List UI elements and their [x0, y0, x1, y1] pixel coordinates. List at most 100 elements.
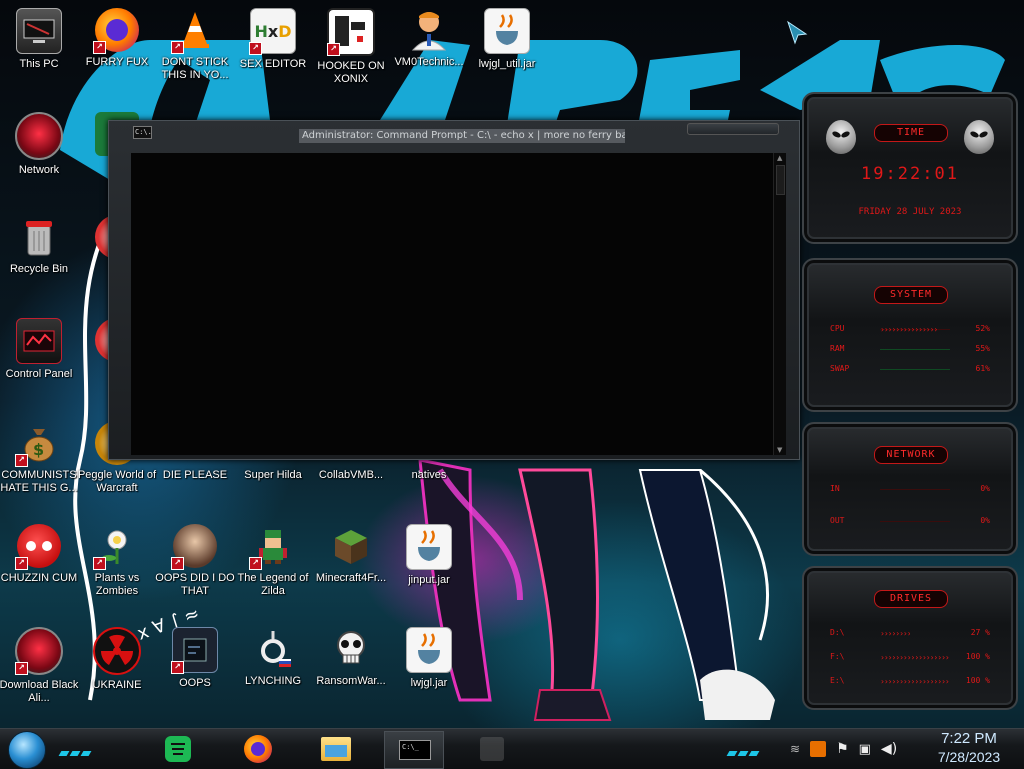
network-out-graph [880, 521, 950, 522]
network-status-icon[interactable]: ▣ [859, 742, 871, 757]
desktop-icon-network[interactable]: Network [0, 106, 78, 192]
desktop-icon-label: OOPS [179, 677, 211, 689]
ram-row: RAM 55% [830, 344, 990, 356]
shortcut-arrow-icon: ↗ [171, 41, 184, 54]
scrollbar-thumb[interactable] [776, 165, 785, 195]
portrait-icon: ↗ [171, 524, 217, 570]
desktop-icon-vm0technic[interactable]: VM0Technic... [390, 2, 468, 88]
taskbar-file-explorer-button[interactable] [318, 732, 354, 766]
desktop-icon-this-pc[interactable]: This PC [0, 2, 78, 88]
desktop-icon-legend-of-zilda[interactable]: ↗ The Legend of Zilda [234, 518, 312, 604]
window-title: Administrator: Command Prompt - C:\ - ec… [299, 129, 625, 143]
desktop-icon-label: Download Black Ali... [0, 679, 79, 704]
taskbar-time: 7:22 PM [941, 730, 997, 747]
recycle-bin-icon [17, 215, 61, 259]
drive-d-label: D:\ [830, 628, 845, 637]
drive-f-value: 100 % [965, 652, 990, 661]
desktop-icon-chuzzin-cum[interactable]: ↗ CHUZZIN CUM [0, 518, 78, 604]
window-controls[interactable] [687, 123, 779, 135]
java-jar-icon [406, 627, 452, 673]
taskbar-blank-app-button[interactable] [474, 732, 510, 766]
desktop-icon-communists[interactable]: $ ↗ COMMUNISTS HATE THIS G... [0, 415, 78, 501]
desktop-icon-ukraine[interactable]: UKRAINE [78, 621, 156, 707]
desktop-icon-label: Minecraft4Fr... [315, 572, 387, 584]
alienware-gadget[interactable]: TIME 19:22:01 FRIDAY 28 JULY 2023 SYSTEM… [796, 92, 1020, 722]
desktop-icon-plants-vs-zombies[interactable]: ↗ Plants vs Zombies [78, 518, 156, 604]
network-in-graph [880, 489, 950, 490]
desktop-icon-label: OOPS DID I DO THAT [155, 572, 235, 597]
pvz-plant-icon: ↗ [93, 524, 139, 570]
pixel-hero-icon: ↗ [249, 524, 295, 570]
money-bag-icon: $ ↗ [15, 421, 61, 467]
hxd-editor-icon: HxD ↗ [249, 8, 296, 55]
desktop-icon-label: CollabVMB... [318, 469, 384, 481]
terminal-book-icon: ↗ [171, 627, 218, 674]
desktop-icon-lwjgl-jar[interactable]: lwjgl.jar [390, 621, 468, 707]
desktop-icon-lwjgl-util-jar[interactable]: lwjgl_util.jar [468, 2, 546, 88]
meter-track [880, 349, 950, 350]
svg-text:$: $ [33, 440, 44, 459]
console-output-area[interactable] [131, 153, 777, 455]
drive-e-value: 100 % [965, 676, 990, 685]
desktop-icon-label: UKRAINE [92, 679, 142, 691]
java-update-icon[interactable] [810, 741, 827, 757]
taskbar-spotify-button[interactable] [160, 732, 196, 766]
show-hidden-icons-icon[interactable]: ≋ [790, 742, 800, 756]
scroll-down-arrow-icon[interactable]: ▼ [777, 446, 782, 454]
action-center-flag-icon[interactable]: ⚑ [836, 741, 849, 757]
chuzzle-icon: ↗ [15, 524, 61, 570]
shortcut-arrow-icon: ↗ [249, 557, 262, 570]
skull-icon [329, 627, 373, 671]
desktop-icon-hooked-on-xonix[interactable]: ↗ HOOKED ON XONIX [312, 2, 390, 88]
shortcut-arrow-icon: ↗ [15, 454, 28, 467]
window-titlebar[interactable]: C:\. Administrator: Command Prompt - C:\… [109, 121, 799, 143]
mouse-cursor [787, 20, 808, 45]
desktop-icon-lynching[interactable]: LYNCHING [234, 621, 312, 707]
network-out-row: OUT 0% [830, 516, 990, 528]
drive-d-value: 27 % [970, 628, 990, 637]
desktop-icon-label: VM0Technic... [394, 56, 464, 68]
desktop-icon-recycle-bin[interactable]: Recycle Bin [0, 209, 78, 295]
desktop-icon-minecraft4fr[interactable]: Minecraft4Fr... [312, 518, 390, 604]
system-tray: ≋ ⚑ ▣ ◀) [790, 735, 897, 763]
desktop-icon-sex-editor[interactable]: HxD ↗ SEX EDITOR [234, 2, 312, 88]
desktop-icon-furry-fux[interactable]: ↗ FURRY FUX [78, 2, 156, 88]
desktop-icon-label: LYNCHING [244, 675, 302, 687]
desktop-icon-dont-stick[interactable]: ↗ DONT STICK THIS IN YO... [156, 2, 234, 88]
network-out-label: OUT [830, 516, 845, 525]
drive-d-meter: ›››››››››››››››››› [880, 629, 910, 638]
desktop-icon-label: RansomWar... [316, 675, 386, 687]
start-button[interactable] [8, 731, 46, 769]
command-prompt-window[interactable]: C:\. Administrator: Command Prompt - C:\… [108, 120, 800, 460]
taskbar-cmd-button[interactable]: C:\_ [384, 731, 444, 769]
system-title: SYSTEM [874, 286, 948, 304]
desktop-icon-label: This PC [19, 58, 59, 70]
desktop-icon-label: Recycle Bin [9, 263, 69, 275]
alien-head-icon [826, 120, 856, 154]
radiation-icon [93, 627, 141, 675]
desktop-icon-jinput-jar[interactable]: jinput.jar [390, 518, 468, 604]
desktop-icon-oops[interactable]: ↗ OOPS [156, 621, 234, 707]
swap-value: 61% [975, 364, 990, 373]
drives-title: DRIVES [874, 590, 948, 608]
drive-f-label: F:\ [830, 652, 845, 661]
desktop-icon-label: FURRY FUX [85, 56, 149, 68]
vertical-scrollbar[interactable]: ▲ ▼ [773, 153, 786, 455]
desktop-icon-oops-did-i-do-that[interactable]: ↗ OOPS DID I DO THAT [155, 518, 235, 604]
desktop-icon-ransomwar[interactable]: RansomWar... [312, 621, 390, 707]
volume-icon[interactable]: ◀) [881, 741, 897, 757]
desktop-icon-label: The Legend of Zilda [237, 572, 309, 597]
desktop-icon-control-panel[interactable]: Control Panel [0, 312, 78, 398]
network-in-label: IN [830, 484, 840, 493]
desktop-icon-download-black-ali[interactable]: ↗ Download Black Ali... [0, 621, 78, 707]
taskbar-clock[interactable]: 7:22 PM 7/28/2023 [924, 729, 1014, 766]
shortcut-arrow-icon: ↗ [249, 42, 262, 55]
drive-e-row: E:\ ›››››››››››››››››› 100 % [830, 676, 990, 688]
desktop-icon-label: Network [18, 164, 60, 176]
scroll-up-arrow-icon[interactable]: ▲ [777, 154, 782, 162]
taskbar-firefox-button[interactable] [240, 732, 276, 766]
drives-panel: DRIVES D:\ ›››››››››››››››››› 27 % F:\ ›… [802, 566, 1018, 710]
computer-icon [16, 8, 62, 54]
desktop-icon-label: Super Hilda [244, 469, 302, 481]
control-panel-icon [16, 318, 62, 364]
